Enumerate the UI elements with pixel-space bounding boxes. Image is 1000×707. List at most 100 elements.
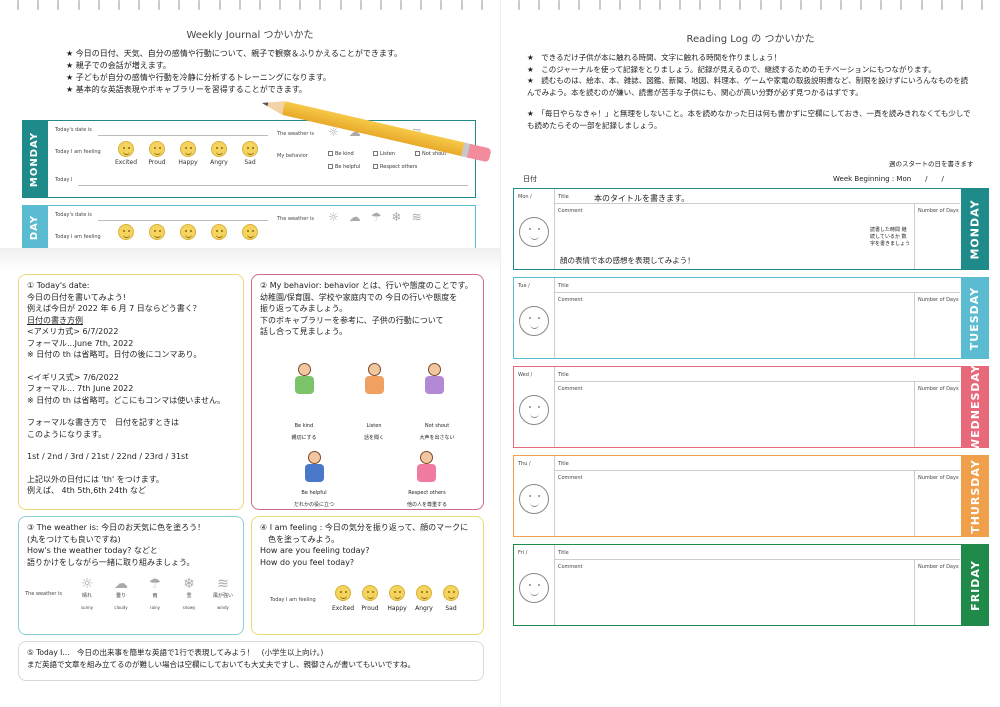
emotion-faces: Excited Proud Happy Angry Sad	[115, 141, 261, 166]
behavior-checkbox[interactable]: Be helpful	[328, 164, 360, 170]
snow-icon[interactable]: ❄	[392, 210, 402, 224]
intro-item: ★ 読むものは、絵本、本、雑誌、図鑑、新聞、地図、料理本、ゲームや家電の取扱説明…	[527, 76, 969, 97]
face-icon[interactable]	[242, 224, 258, 240]
emotion-sad[interactable]: Sad	[239, 141, 261, 166]
face-drawing-circle[interactable]	[519, 306, 549, 336]
pages-label: Number of Days	[918, 475, 959, 481]
pages-label: Number of Days	[918, 564, 959, 570]
page-fold-shadow	[0, 248, 500, 270]
comment-label: Comment	[558, 564, 583, 570]
annotation-title: 本のタイトルを書きます。	[594, 194, 690, 203]
weather-option[interactable]: ☁ 曇り cloudy	[109, 576, 133, 614]
behavior-checkbox[interactable]: Be kind	[328, 151, 354, 157]
tuesday-journal-strip: DAY Today's date is Today I am feeling T…	[22, 205, 476, 249]
day-tab: TUESDAY	[961, 277, 989, 359]
emotion-happy[interactable]: Happy	[177, 141, 199, 166]
face-drawing-circle[interactable]	[519, 573, 549, 603]
emotion-proud[interactable]: Proud	[359, 585, 381, 615]
weather-label: The weather is	[25, 591, 62, 597]
kid-illustration	[300, 451, 328, 487]
weather-label: The weather is	[277, 216, 314, 222]
day-abbrev: Fri /	[518, 550, 528, 556]
feeling-label: Today I am feeling	[270, 597, 316, 603]
sun-icon[interactable]: ☼	[328, 210, 339, 224]
face-drawing-circle[interactable]	[519, 395, 549, 425]
behavior-word: Be kind 親切にする	[291, 423, 317, 441]
pages-label: Number of Days	[918, 386, 959, 392]
emotion-faces: Excited Proud Happy Angry Sad	[332, 585, 462, 615]
intro-item: ★ 「毎日やらなきゃ！」と無理をしないこと。本を読めなかった日は何も書かずに空欄…	[527, 109, 971, 130]
pages-label: Number of Days	[918, 208, 959, 214]
emotion-happy[interactable]: Happy	[386, 585, 408, 615]
emotion-excited[interactable]: Excited	[332, 585, 354, 615]
rain-icon[interactable]: ☂	[371, 210, 382, 224]
behavior-word: Not shout 大声を出さない	[419, 423, 455, 441]
date-line[interactable]	[98, 220, 268, 221]
reading-log-tue: Tue / Title Comment Number of Days TUESDAY	[513, 277, 989, 359]
emotion-angry[interactable]: Angry	[208, 141, 230, 166]
day-abbrev: Tue /	[518, 283, 530, 289]
feeling-label: Today I am feeling	[55, 149, 101, 155]
face-icon[interactable]	[118, 224, 134, 240]
date-line[interactable]	[98, 135, 268, 136]
pages-label: Number of Days	[918, 297, 959, 303]
weather-label: The weather is	[277, 131, 314, 137]
weather-option[interactable]: ≋ 風が強い windy	[211, 576, 235, 614]
page-title: Reading Log の つかいかた	[686, 34, 815, 45]
wind-icon[interactable]: ≋	[412, 210, 422, 224]
day-tab: MONDAY	[961, 188, 989, 270]
kid-illustration	[290, 363, 318, 399]
weather-option[interactable]: ☂ 雨 rainy	[143, 576, 167, 614]
today-label: Today I	[55, 177, 73, 183]
title-label: Title	[558, 372, 569, 378]
sun-icon: ☼	[80, 576, 94, 592]
face-icon	[211, 141, 227, 157]
emotion-sad[interactable]: Sad	[440, 585, 462, 615]
title-label: Title	[558, 194, 569, 200]
comment-label: Comment	[558, 297, 583, 303]
title-label: Title	[558, 461, 569, 467]
face-icon[interactable]	[211, 224, 227, 240]
title-label: Title	[558, 283, 569, 289]
face-icon[interactable]	[149, 224, 165, 240]
week-value[interactable]: Mon / /	[896, 175, 943, 183]
cloud-icon: ☁	[114, 576, 128, 592]
title-label: Title	[558, 550, 569, 556]
reading-log-fri: Fri / Title Comment Number of Days FRIDAY	[513, 544, 989, 626]
day-tab: FRIDAY	[961, 544, 989, 626]
annotation-face: 顔の表情で本の感想を表現してみよう！	[560, 256, 695, 265]
page-title: Weekly Journal つかいかた	[186, 30, 314, 41]
day-tab: DAY	[22, 205, 48, 249]
intro-item: ★ このジャーナルを使って記録をとりましょう。記録が見えるので、継続するためのモ…	[527, 64, 936, 74]
face-icon	[149, 141, 165, 157]
comment-label: Comment	[558, 475, 583, 481]
today-explanation-box: ⑤ Today I... 今日の出来事を簡単な英語で1行で表現してみよう！ (小…	[18, 641, 484, 681]
journal-instructions-page: Weekly Journal つかいかた ★ 今日の日付、天気、自分の感情や行動…	[0, 0, 500, 707]
face-icon	[443, 585, 459, 601]
behavior-word: Listen 話を聞く	[363, 423, 384, 441]
behavior-checkbox[interactable]: Respect others	[373, 164, 417, 170]
wind-icon: ≋	[217, 576, 229, 592]
weather-options: ☼ 晴れ sunny ☁ 曇り cloudy ☂ 雨 rainy ❄ 雪 snowy ≋ 風が強い…	[75, 576, 235, 614]
weather-option[interactable]: ❄ 雪 snowy	[177, 576, 201, 614]
rain-icon: ☂	[148, 576, 162, 592]
cloud-icon[interactable]: ☁	[349, 210, 361, 224]
today-line[interactable]	[78, 185, 468, 186]
intro-item: ★ 今日の日付、天気、自分の感情や行動について、親子で観察＆ふりかえることができ…	[66, 49, 403, 58]
emotion-excited[interactable]: Excited	[115, 141, 137, 166]
day-abbrev: Wed /	[518, 372, 533, 378]
face-drawing-circle[interactable]	[519, 217, 549, 247]
weather-option[interactable]: ☼ 晴れ sunny	[75, 576, 99, 614]
behavior-checkbox[interactable]: Listen	[373, 151, 395, 157]
face-drawing-circle[interactable]	[519, 484, 549, 514]
face-icon	[118, 141, 134, 157]
date-explanation-box: ① Today's date: 今日の日付を書いてみよう! 例えば今日が 202…	[18, 274, 244, 510]
kid-illustration	[412, 451, 440, 487]
snow-icon: ❄	[183, 576, 195, 592]
emotion-proud[interactable]: Proud	[146, 141, 168, 166]
behavior-checkbox[interactable]: Not shout	[415, 151, 446, 157]
face-icon[interactable]	[180, 224, 196, 240]
day-tab: WEDNESDAY	[961, 364, 989, 450]
weather-icons: ☼ ☁ ☂ ❄ ≋	[328, 210, 422, 224]
emotion-angry[interactable]: Angry	[413, 585, 435, 615]
